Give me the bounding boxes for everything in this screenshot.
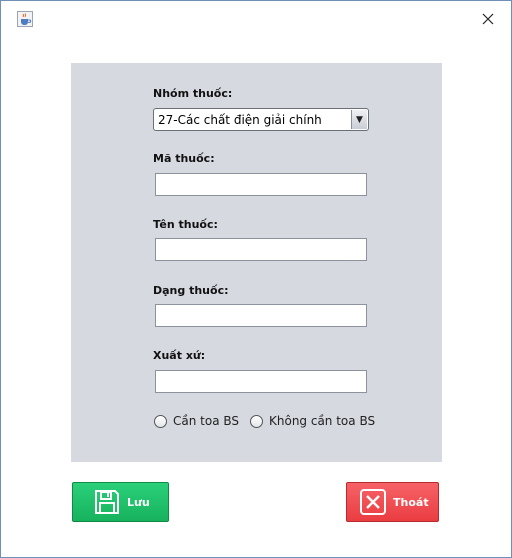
radio-circle[interactable]	[154, 414, 167, 428]
java-cup-icon	[17, 11, 33, 27]
close-button[interactable]	[471, 5, 505, 33]
radio-prescription-label: Cần toa BS	[173, 414, 240, 428]
form-panel: Nhóm thuốc: 27-Các chất điện giải chính …	[71, 63, 442, 462]
group-dropdown[interactable]: 27-Các chất điện giải chính ▼	[153, 108, 369, 131]
dosage-form-input[interactable]	[155, 304, 367, 327]
title-bar[interactable]	[1, 1, 511, 35]
name-label: Tên thuốc:	[153, 218, 218, 231]
chevron-down-icon[interactable]: ▼	[351, 110, 367, 129]
radio-circle[interactable]	[250, 414, 263, 428]
name-input[interactable]	[155, 238, 367, 261]
exit-button[interactable]: Thoát	[346, 482, 439, 522]
x-box-icon	[360, 489, 386, 515]
origin-input[interactable]	[155, 370, 367, 393]
code-label: Mã thuốc:	[153, 152, 215, 165]
code-input[interactable]	[155, 173, 367, 196]
radio-prescription[interactable]: Cần toa BS	[154, 414, 239, 428]
radio-no-prescription[interactable]: Không cần toa BS	[250, 414, 375, 428]
floppy-disk-icon	[95, 490, 119, 514]
close-icon	[482, 13, 494, 25]
exit-button-label: Thoát	[393, 495, 429, 509]
group-label: Nhóm thuốc:	[153, 87, 233, 100]
dialog-window: Nhóm thuốc: 27-Các chất điện giải chính …	[0, 0, 512, 558]
dialog-content: Nhóm thuốc: 27-Các chất điện giải chính …	[8, 37, 504, 545]
dosage-form-label: Dạng thuốc:	[153, 284, 229, 297]
origin-label: Xuất xứ:	[153, 349, 206, 362]
save-button-label: Lưu	[127, 495, 150, 509]
group-dropdown-value: 27-Các chất điện giải chính	[158, 112, 322, 127]
radio-no-prescription-label: Không cần toa BS	[269, 414, 376, 428]
save-button[interactable]: Lưu	[72, 482, 169, 522]
